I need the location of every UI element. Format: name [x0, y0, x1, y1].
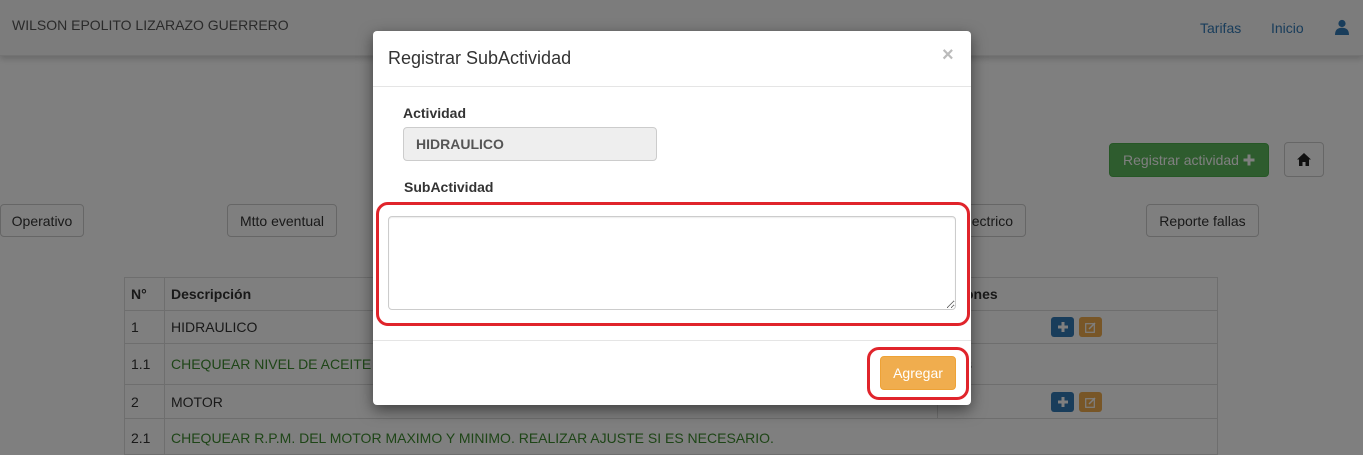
actividad-field: HIDRAULICO [403, 127, 657, 161]
modal-header: Registrar SubActividad × [373, 31, 971, 87]
register-subactivity-modal: Registrar SubActividad × Actividad HIDRA… [373, 31, 971, 405]
modal-title: Registrar SubActividad [388, 48, 572, 68]
subactividad-label: SubActividad [404, 179, 494, 195]
close-icon[interactable]: × [942, 44, 954, 67]
subactividad-textarea[interactable] [388, 216, 956, 310]
agregar-button[interactable]: Agregar [880, 356, 956, 390]
actividad-label: Actividad [403, 105, 467, 121]
